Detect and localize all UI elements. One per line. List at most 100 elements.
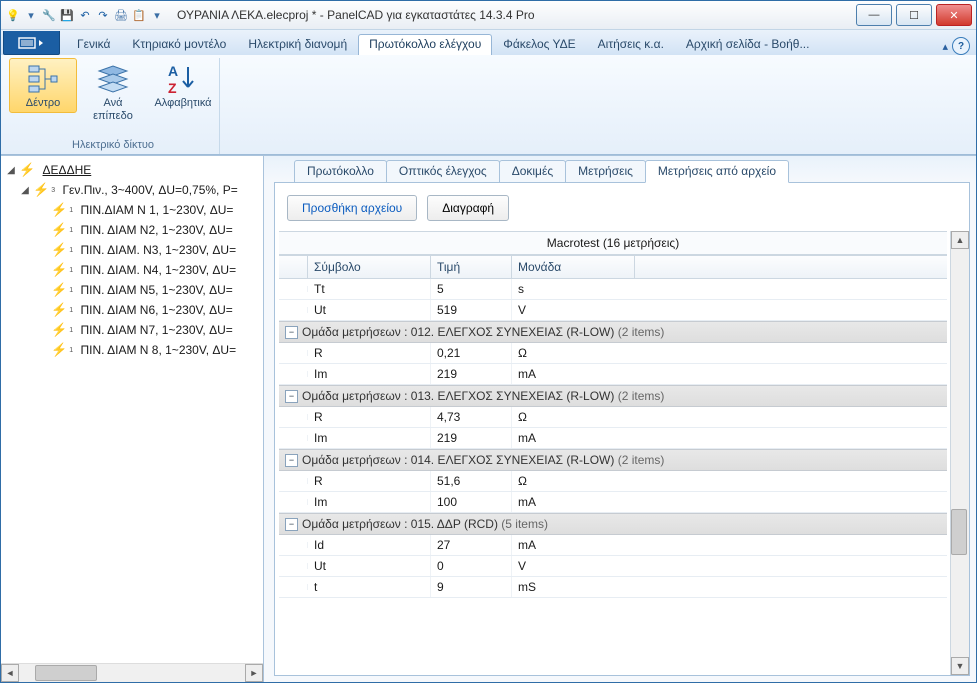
wrench-icon[interactable]: 🔧 (41, 7, 57, 23)
paste-icon[interactable]: 📋 (131, 7, 147, 23)
group-header-row[interactable]: −Ομάδα μετρήσεων : 014. ΕΛΕΓΧΟΣ ΣΥΝΕΧΕΙΑ… (279, 449, 947, 471)
close-button[interactable]: ✕ (936, 4, 972, 26)
inner-tab[interactable]: Οπτικός έλεγχος (386, 160, 500, 182)
tree-node-label[interactable]: ΠΙΝ. ΔΙΑΜ. Ν4, 1~230V, ΔU= (80, 263, 236, 277)
stack-icon (96, 61, 130, 97)
tree-node-label[interactable]: ΠΙΝ. ΔΙΑΜ Ν2, 1~230V, ΔU= (80, 223, 232, 237)
cell-symbol: Im (308, 364, 431, 384)
inner-tab[interactable]: Μετρήσεις από αρχείο (645, 160, 789, 183)
tree-node-label[interactable]: ΠΙΝ. ΔΙΑΜ. Ν3, 1~230V, ΔU= (80, 243, 236, 257)
scroll-down-icon[interactable]: ▼ (951, 657, 969, 675)
inner-tab[interactable]: Μετρήσεις (565, 160, 646, 182)
table-row[interactable]: Ut0V (279, 556, 947, 577)
tree-node-label[interactable]: ΔΕΔΔΗΕ (43, 163, 92, 177)
app-menu-button[interactable] (3, 31, 60, 55)
work-pane: ΠρωτόκολλοΟπτικός έλεγχοςΔοκιμέςΜετρήσει… (264, 156, 976, 682)
tree-node-label[interactable]: ΠΙΝ.ΔΙΑΜ Ν 1, 1~230V, ΔU= (80, 203, 233, 217)
level-view-button[interactable]: Ανάεπίπεδο (79, 58, 147, 126)
group-header-row[interactable]: −Ομάδα μετρήσεων : 015. ΔΔΡ (RCD) (5 ite… (279, 513, 947, 535)
minimize-button[interactable]: — (856, 4, 892, 26)
collapse-group-icon[interactable]: − (285, 454, 298, 467)
window-title: ΟΥΡΑΝΙΑ ΛΕΚΑ.elecproj * - PanelCAD για ε… (177, 8, 852, 22)
print-icon[interactable]: 🖨 (113, 7, 129, 23)
network-tree[interactable]: ◢⚡ ΔΕΔΔΗΕ◢⚡3 Γεν.Πιν., 3~400V, ΔU=0,75%,… (1, 156, 263, 663)
tree-node-label[interactable]: ΠΙΝ. ΔΙΑΜ Ν6, 1~230V, ΔU= (80, 303, 232, 317)
alpha-sort-button[interactable]: AZ Αλφαβητικά (149, 58, 217, 113)
tree-horizontal-scrollbar[interactable]: ◄ ► (1, 663, 263, 682)
cell-symbol: R (308, 343, 431, 363)
collapse-icon[interactable]: ◢ (5, 165, 17, 176)
collapse-ribbon-icon[interactable]: ▴ (942, 40, 948, 53)
table-row[interactable]: R4,73Ω (279, 407, 947, 428)
cell-value: 4,73 (431, 407, 512, 427)
table-row[interactable]: t9mS (279, 577, 947, 598)
undo-icon[interactable]: ↶ (77, 7, 93, 23)
collapse-group-icon[interactable]: − (285, 326, 298, 339)
redo-icon[interactable]: ↷ (95, 7, 111, 23)
cell-value: 219 (431, 364, 512, 384)
bolt-icon: ⚡ (51, 242, 67, 258)
group-header-row[interactable]: −Ομάδα μετρήσεων : 012. ΕΛΕΓΧΟΣ ΣΥΝΕΧΕΙΑ… (279, 321, 947, 343)
cell-value: 100 (431, 492, 512, 512)
table-row[interactable]: Tt5s (279, 279, 947, 300)
scroll-thumb[interactable] (951, 509, 967, 555)
table-row[interactable]: R0,21Ω (279, 343, 947, 364)
ribbon-tab[interactable]: Πρωτόκολλο ελέγχου (358, 34, 492, 55)
grid-body[interactable]: Tt5sUt519V−Ομάδα μετρήσεων : 012. ΕΛΕΓΧΟ… (279, 279, 947, 598)
tree-node-label[interactable]: ΠΙΝ. ΔΙΑΜ Ν 8, 1~230V, ΔU= (80, 343, 236, 357)
bolt-icon: ⚡ (51, 322, 67, 338)
quick-access-toolbar: 💡 ▾ 🔧 💾 ↶ ↷ 🖨 📋 ▾ (5, 7, 165, 23)
add-file-button[interactable]: Προσθήκη αρχείου (287, 195, 417, 221)
tree-node-label[interactable]: ΠΙΝ. ΔΙΑΜ Ν5, 1~230V, ΔU= (80, 283, 232, 297)
ribbon-tab[interactable]: Γενικά (66, 34, 121, 55)
scroll-right-icon[interactable]: ► (245, 664, 263, 682)
table-row[interactable]: Im100mA (279, 492, 947, 513)
grid-header-unit[interactable]: Μονάδα (512, 256, 635, 278)
maximize-button[interactable]: ☐ (896, 4, 932, 26)
collapse-icon[interactable]: ◢ (19, 185, 31, 196)
bolt-icon: ⚡ (19, 162, 35, 178)
collapse-group-icon[interactable]: − (285, 390, 298, 403)
group-label: Ομάδα μετρήσεων : 014. ΕΛΕΓΧΟΣ ΣΥΝΕΧΕΙΑΣ… (302, 453, 614, 467)
table-row[interactable]: Ut519V (279, 300, 947, 321)
table-row[interactable]: Im219mA (279, 428, 947, 449)
tree-view-button[interactable]: Δέντρο (9, 58, 77, 113)
ribbon-tab[interactable]: Κτηριακό μοντέλο (121, 34, 237, 55)
cell-value: 0 (431, 556, 512, 576)
cell-unit: Ω (512, 343, 634, 363)
ribbon-tab[interactable]: Αιτήσεις κ.α. (587, 34, 675, 55)
table-row[interactable]: Id27mA (279, 535, 947, 556)
bulb-icon[interactable]: 💡 (5, 7, 21, 23)
group-header-row[interactable]: −Ομάδα μετρήσεων : 013. ΕΛΕΓΧΟΣ ΣΥΝΕΧΕΙΑ… (279, 385, 947, 407)
inner-tab[interactable]: Δοκιμές (499, 160, 566, 182)
measurements-grid-wrap: Macrotest (16 μετρήσεις) Σύμβολο Τιμή Μο… (275, 231, 969, 675)
measurements-grid: Σύμβολο Τιμή Μονάδα Tt5sUt519V−Ομάδα μετ… (279, 255, 947, 598)
collapse-group-icon[interactable]: − (285, 518, 298, 531)
grid-header-value[interactable]: Τιμή (431, 256, 512, 278)
cell-unit: V (512, 300, 634, 320)
delete-button[interactable]: Διαγραφή (427, 195, 509, 221)
table-row[interactable]: Im219mA (279, 364, 947, 385)
ribbon-group-title: Ηλεκτρικό δίκτυο (72, 138, 154, 152)
ribbon-tab[interactable]: Αρχική σελίδα - Βοήθ... (675, 34, 821, 55)
cell-symbol: t (308, 577, 431, 597)
ribbon-tab[interactable]: Ηλεκτρική διανομή (237, 34, 358, 55)
scroll-up-icon[interactable]: ▲ (951, 231, 969, 249)
cell-symbol: Ut (308, 300, 431, 320)
save-icon[interactable]: 💾 (59, 7, 75, 23)
bolt-icon: ⚡ (33, 182, 49, 198)
grid-vertical-scrollbar[interactable]: ▲ ▼ (950, 231, 969, 675)
table-row[interactable]: R51,6Ω (279, 471, 947, 492)
grid-header-symbol[interactable]: Σύμβολο (308, 256, 431, 278)
help-icon[interactable]: ? (952, 37, 970, 55)
tree-node-label[interactable]: ΠΙΝ. ΔΙΑΜ Ν7, 1~230V, ΔU= (80, 323, 232, 337)
scroll-thumb[interactable] (35, 665, 97, 681)
cell-unit: Ω (512, 471, 634, 491)
qat-dropdown-icon[interactable]: ▾ (149, 7, 165, 23)
scroll-left-icon[interactable]: ◄ (1, 664, 19, 682)
group-count: (2 items) (618, 453, 665, 467)
tree-node-label[interactable]: Γεν.Πιν., 3~400V, ΔU=0,75%, P= (62, 183, 237, 197)
ribbon-tab[interactable]: Φάκελος ΥΔΕ (492, 34, 586, 55)
cell-symbol: Im (308, 492, 431, 512)
inner-tab[interactable]: Πρωτόκολλο (294, 160, 387, 182)
